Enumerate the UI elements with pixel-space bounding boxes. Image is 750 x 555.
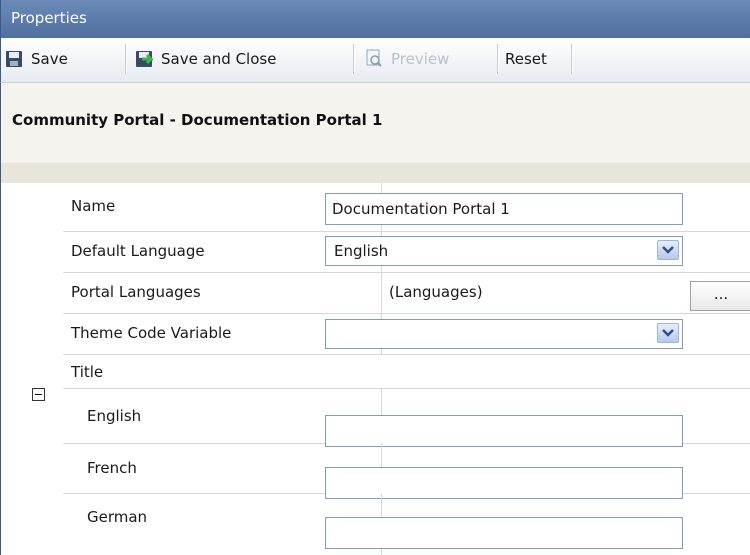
- theme-code-variable-label: Theme Code Variable: [71, 324, 232, 342]
- reset-button[interactable]: Reset: [503, 46, 569, 72]
- default-language-select[interactable]: English: [325, 236, 683, 266]
- portal-languages-label: Portal Languages: [71, 283, 201, 301]
- toolbar-separator: [125, 44, 127, 74]
- theme-code-variable-select[interactable]: [325, 319, 683, 349]
- preview-magnifier-icon: [366, 49, 382, 67]
- title-group-label: Title: [71, 363, 104, 381]
- property-row-portal-languages: Portal Languages (Languages): [63, 273, 750, 314]
- preview-button[interactable]: Preview: [363, 46, 491, 72]
- header-divider: [0, 163, 750, 183]
- window-title-bar: Properties: [0, 0, 750, 38]
- save-and-close-button[interactable]: Save and Close: [133, 46, 347, 72]
- save-button[interactable]: Save: [3, 46, 121, 72]
- dropdown-button[interactable]: [657, 240, 679, 260]
- toolbar-separator: [353, 44, 355, 74]
- toolbar-separator: [571, 44, 573, 74]
- save-close-icon: [136, 51, 153, 67]
- title-english-label: English: [87, 407, 142, 425]
- collapse-toggle[interactable]: [32, 388, 45, 401]
- default-language-label: Default Language: [71, 242, 205, 260]
- window-title: Properties: [11, 9, 87, 27]
- reset-label: Reset: [505, 50, 547, 68]
- column-divider: [381, 273, 382, 313]
- toolbar-separator: [497, 44, 499, 74]
- form-header: Community Portal - Documentation Portal …: [0, 83, 750, 163]
- portal-languages-value: (Languages): [389, 283, 483, 301]
- floppy-disk-icon: [6, 51, 22, 67]
- portal-languages-browse-button[interactable]: ...: [690, 281, 750, 311]
- preview-label: Preview: [391, 50, 450, 68]
- default-language-value: English: [334, 242, 389, 260]
- property-group-title: Title: [63, 355, 750, 387]
- chevron-down-icon: [662, 329, 674, 337]
- name-label: Name: [71, 197, 116, 215]
- title-french-label: French: [87, 459, 137, 477]
- title-german-label: German: [87, 508, 148, 526]
- page-title: Community Portal - Documentation Portal …: [12, 111, 383, 129]
- chevron-down-icon: [662, 246, 674, 254]
- dropdown-button[interactable]: [657, 323, 679, 343]
- save-label: Save: [31, 50, 68, 68]
- save-and-close-label: Save and Close: [161, 50, 277, 68]
- name-field[interactable]: Documentation Portal 1: [325, 193, 683, 225]
- properties-grid: Name Documentation Portal 1 Default Lang…: [0, 183, 750, 555]
- toolbar: Save Save and Close Preview Reset: [0, 38, 750, 83]
- title-german-field[interactable]: [325, 517, 683, 549]
